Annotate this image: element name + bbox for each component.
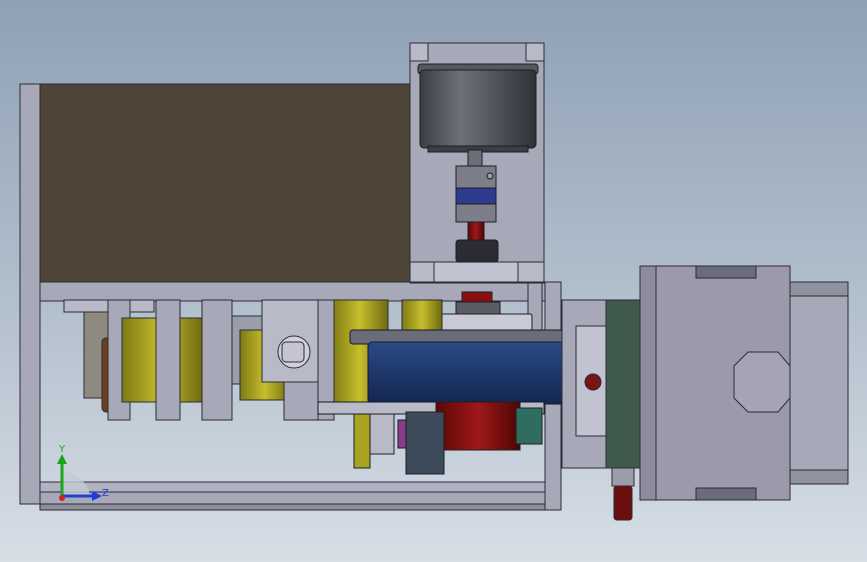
bolt-head bbox=[613, 485, 633, 521]
motor-mount-base bbox=[433, 261, 519, 283]
top-panel bbox=[39, 83, 413, 283]
small-yellow-plate bbox=[353, 413, 371, 469]
vertical-plate-3 bbox=[201, 299, 233, 421]
x-axis-dot bbox=[59, 495, 65, 501]
y-axis-label: Y bbox=[58, 444, 66, 455]
vertical-plate-2 bbox=[155, 299, 181, 421]
cad-viewport[interactable]: Y Z bbox=[0, 0, 867, 562]
bolt-stem bbox=[611, 467, 635, 487]
frame-bottom-rail-lower bbox=[39, 491, 546, 505]
frame-bottom-rail bbox=[39, 481, 546, 493]
coupling-screw bbox=[486, 172, 494, 180]
z-axis-label: Z bbox=[102, 488, 109, 499]
bracket-bolt bbox=[584, 373, 602, 391]
gearbox-top-slot bbox=[695, 265, 757, 279]
motor-mount-foot-left bbox=[409, 261, 435, 283]
right-bracket bbox=[561, 299, 641, 521]
motor-mount-foot-right bbox=[517, 261, 545, 283]
gear-motor-side bbox=[515, 407, 543, 445]
upper-shaft bbox=[467, 149, 483, 167]
gearbox-flange-bottom bbox=[789, 469, 849, 485]
shaft-coupling bbox=[455, 149, 499, 263]
motor-body bbox=[419, 69, 537, 149]
frame-left-post bbox=[19, 83, 41, 505]
coupling-lower bbox=[455, 203, 497, 223]
shaft-collar bbox=[455, 239, 499, 263]
clevis-base bbox=[283, 381, 321, 421]
gearbox-flange-top bbox=[789, 281, 849, 297]
gearbox-bottom-slot bbox=[695, 487, 757, 501]
pulley-drum bbox=[367, 341, 589, 405]
axis-triad: Y Z bbox=[57, 444, 109, 501]
frame-base-strip bbox=[39, 503, 561, 511]
green-plate bbox=[605, 299, 641, 469]
lower-shaft-red bbox=[467, 221, 485, 243]
gearbox-left-edge bbox=[639, 265, 657, 501]
small-gray-plate bbox=[369, 413, 395, 455]
yellow-block-4 bbox=[401, 299, 443, 331]
gearbox bbox=[639, 265, 849, 501]
gear-motor-body bbox=[435, 401, 521, 451]
gear-motor-plate bbox=[405, 411, 445, 475]
y-axis-arrow bbox=[57, 454, 67, 464]
purple-washer bbox=[397, 419, 407, 449]
coupling-spider bbox=[455, 187, 497, 205]
clevis-pin bbox=[281, 341, 305, 363]
servo-motor bbox=[417, 63, 539, 153]
motor-mount-cap-left bbox=[409, 42, 429, 62]
gearbox-octagon bbox=[733, 351, 791, 413]
assembly-drawing: Y Z bbox=[19, 42, 849, 521]
gearbox-flange bbox=[789, 281, 849, 485]
motor-mount-cap-right bbox=[525, 42, 545, 62]
